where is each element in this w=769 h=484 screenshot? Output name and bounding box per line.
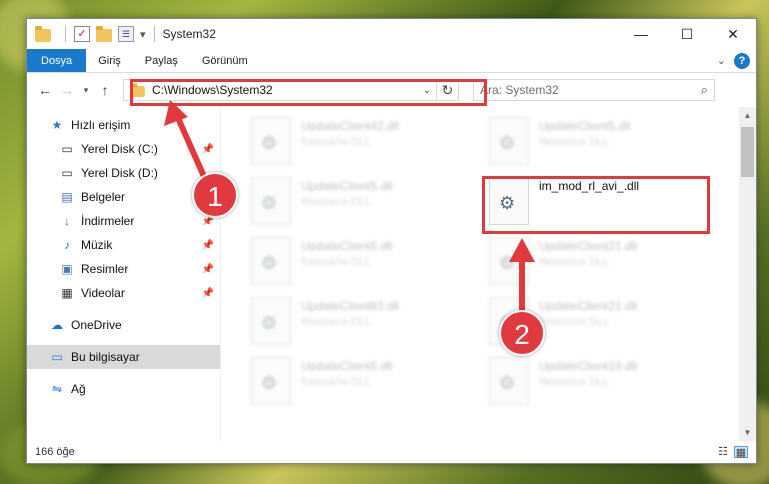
arrow-1-head (164, 100, 188, 126)
step-1-badge: 1 (192, 172, 238, 218)
step-2-badge: 2 (499, 310, 545, 356)
arrow-2-head (509, 238, 535, 262)
annotation-arrows (164, 100, 535, 318)
